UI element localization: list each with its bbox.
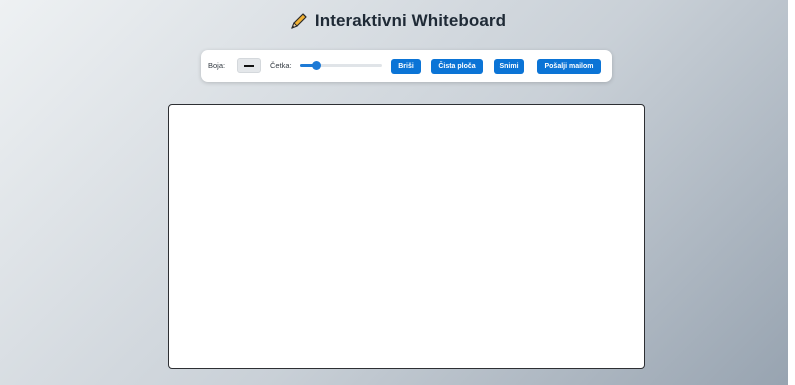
color-label: Boja:: [208, 61, 226, 70]
toolbar: Boja: Četka: Briši Čista ploča Snimi Poš…: [201, 50, 612, 82]
clear-board-button[interactable]: Čista ploča: [431, 59, 483, 74]
erase-button[interactable]: Briši: [391, 59, 421, 74]
page-title-text: Interaktivni Whiteboard: [314, 11, 507, 30]
page-title: Interaktivni Whiteboard: [0, 11, 795, 31]
window-edge: [788, 0, 795, 385]
color-preview: [244, 65, 254, 67]
pencil-icon: [289, 11, 309, 31]
slider-thumb[interactable]: [311, 61, 321, 70]
color-picker[interactable]: [237, 58, 261, 73]
save-button[interactable]: Snimi: [494, 59, 524, 74]
brush-size-slider[interactable]: [300, 61, 382, 70]
send-email-button[interactable]: Pošalji mailom: [537, 59, 601, 74]
brush-label: Četka:: [270, 61, 292, 70]
whiteboard-canvas[interactable]: [168, 104, 645, 369]
